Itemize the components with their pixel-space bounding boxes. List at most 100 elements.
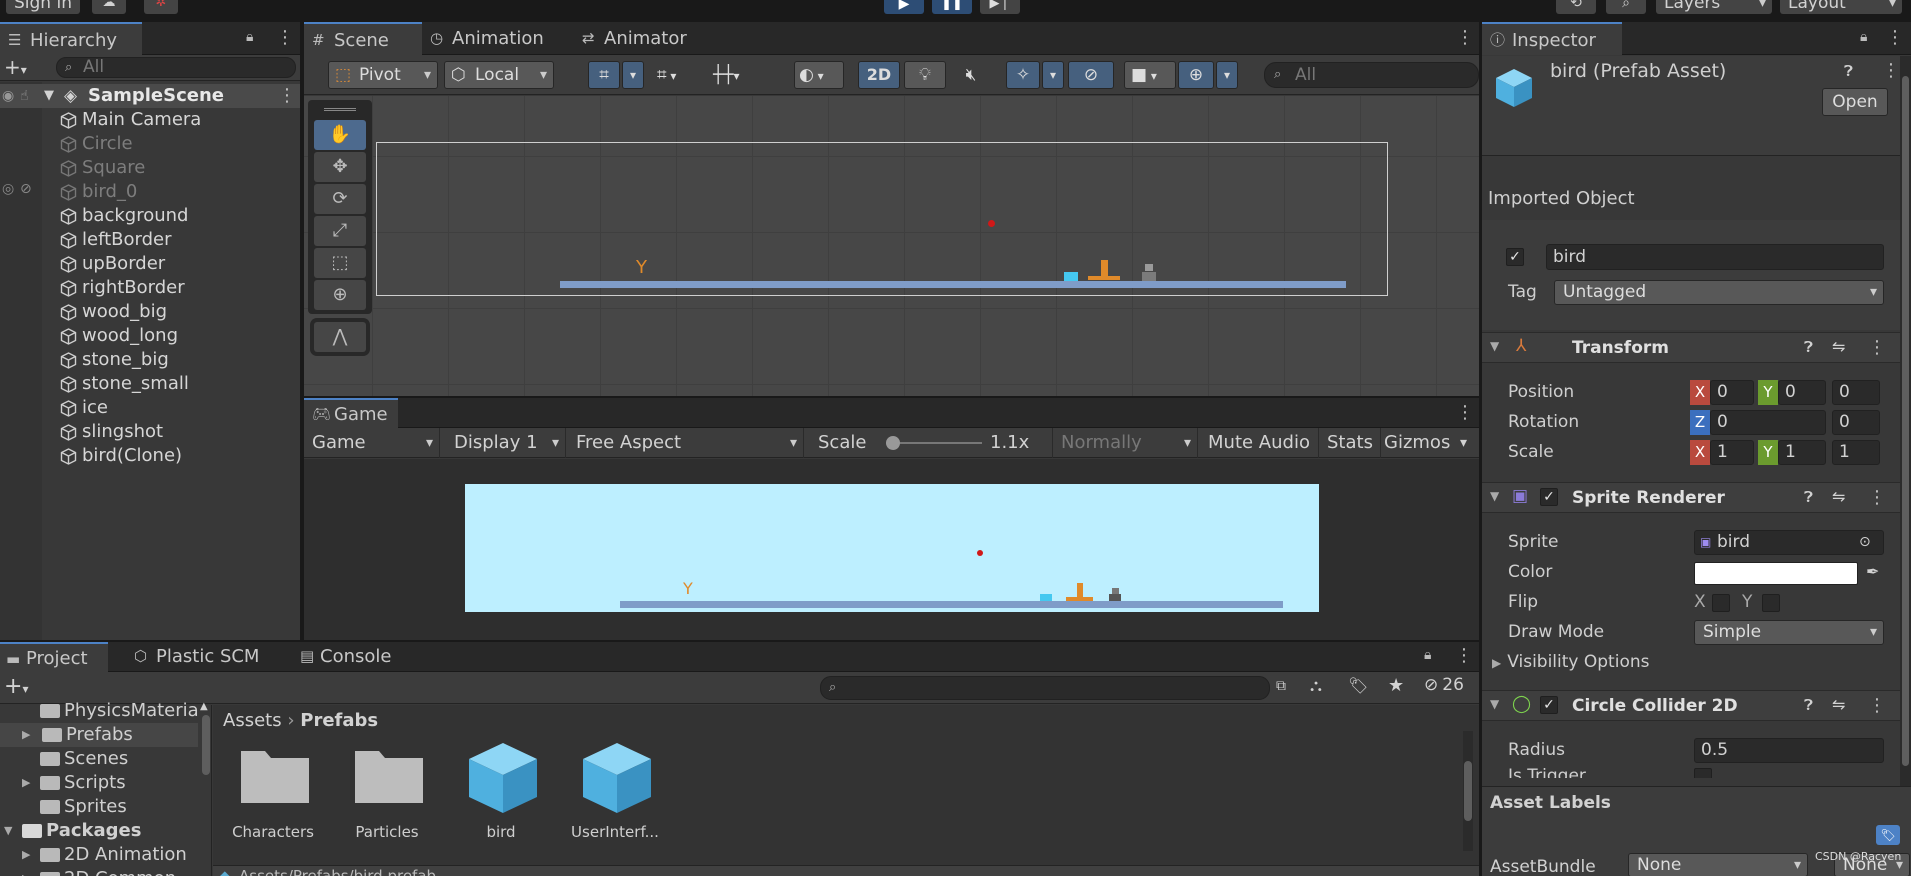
- pivot-dropdown[interactable]: ⬚ Pivot: [328, 61, 438, 89]
- preset-icon[interactable]: ⇋: [1832, 337, 1845, 356]
- hidden-pick-icon[interactable]: ⊘: [20, 181, 32, 197]
- transform-tool-icon[interactable]: ⊕: [314, 280, 366, 310]
- project-tree-item[interactable]: ▶ Prefabs: [0, 723, 198, 747]
- flip-x-checkbox[interactable]: [1712, 594, 1730, 612]
- custom-tool-icon[interactable]: ⋀: [314, 322, 366, 352]
- play-button[interactable]: ▶: [884, 0, 924, 14]
- color-swatch[interactable]: [1694, 562, 1858, 585]
- effects-icon[interactable]: ✧: [1006, 61, 1040, 89]
- component-menu-icon[interactable]: ⋮: [1868, 697, 1886, 715]
- asset-bundle-dropdown[interactable]: None: [1628, 853, 1808, 876]
- game-canvas[interactable]: Y: [304, 459, 1479, 640]
- mute-audio-toggle[interactable]: Mute Audio: [1200, 428, 1319, 458]
- help-icon[interactable]: ❓︎: [1844, 62, 1853, 80]
- local-dropdown[interactable]: ⬡ Local: [444, 61, 554, 89]
- collab-icon[interactable]: ✲: [144, 0, 178, 14]
- asset-item[interactable]: Particles: [339, 741, 435, 841]
- lock-icon[interactable]: 🔒︎: [246, 29, 253, 45]
- preset-icon[interactable]: ⇋: [1832, 487, 1845, 506]
- collapse-arrow-icon[interactable]: ▶: [22, 843, 30, 867]
- hidden-visibility-icon[interactable]: ◎: [2, 181, 14, 197]
- gizmos-icon[interactable]: ⊕: [1178, 61, 1214, 89]
- hierarchy-item[interactable]: stone_small: [60, 372, 189, 396]
- radius-field[interactable]: 0.5: [1694, 738, 1884, 763]
- gizmos-toggle[interactable]: Gizmos: [1378, 428, 1456, 458]
- game-dropdown[interactable]: Game: [304, 428, 440, 458]
- help-icon[interactable]: ❓︎: [1804, 488, 1813, 506]
- rotate-tool-icon[interactable]: ⟳: [314, 184, 366, 214]
- inspector-scrollbar[interactable]: [1900, 56, 1911, 786]
- gizmos-dropdown-arrow[interactable]: ▾: [1460, 428, 1467, 458]
- scene-canvas[interactable]: Y ✋ ✥ ⟳ ⤢ ⬚ ⊕ ⋀: [304, 96, 1479, 396]
- scale-slider[interactable]: [886, 436, 982, 450]
- position-z-field[interactable]: 0: [1832, 380, 1880, 405]
- tab-hierarchy[interactable]: ☰ Hierarchy: [0, 22, 142, 55]
- scale-y-field[interactable]: 1: [1778, 440, 1826, 465]
- hierarchy-item[interactable]: rightBorder: [60, 276, 185, 300]
- scene-menu-icon[interactable]: ⋮: [1456, 29, 1474, 47]
- layout-dropdown[interactable]: Layout: [1780, 0, 1902, 14]
- is-trigger-checkbox[interactable]: [1694, 768, 1712, 778]
- gizmos-dropdown[interactable]: ▾: [1216, 61, 1238, 89]
- search-icon[interactable]: ⌕: [1606, 0, 1646, 14]
- tree-scrollbar[interactable]: [202, 715, 210, 775]
- sign-in-button[interactable]: Sign in: [6, 0, 80, 14]
- project-search-input[interactable]: ⌕: [820, 676, 1270, 700]
- open-button[interactable]: Open: [1822, 88, 1888, 116]
- expand-arrow-icon[interactable]: ▼: [4, 819, 12, 843]
- scene-row[interactable]: ◉ ☝ ▼ ◈ SampleScene ⋮: [0, 84, 300, 108]
- lock-icon[interactable]: 🔒︎: [1860, 29, 1867, 45]
- hierarchy-item[interactable]: Square: [60, 156, 145, 180]
- scale-slider-thumb[interactable]: [886, 436, 900, 450]
- hierarchy-item[interactable]: wood_long: [60, 324, 178, 348]
- draw-mode-dropdown[interactable]: Simple: [1694, 620, 1884, 645]
- hierarchy-item[interactable]: wood_big: [60, 300, 167, 324]
- tag-dropdown[interactable]: Untagged: [1554, 280, 1884, 305]
- component-menu-icon[interactable]: ⋮: [1868, 489, 1886, 507]
- sprite-renderer-header[interactable]: ▼ ▣ ✓ Sprite Renderer ❓︎ ⇋ ⋮: [1482, 482, 1901, 513]
- search-by-type-icon[interactable]: ⧉: [1276, 678, 1286, 694]
- hierarchy-item[interactable]: slingshot: [60, 420, 163, 444]
- collapse-arrow-icon[interactable]: ▶: [22, 771, 30, 795]
- asset-item[interactable]: UserInterf...: [567, 741, 663, 841]
- expand-arrow-icon[interactable]: ▼: [44, 84, 54, 108]
- asset-scrollbar-thumb[interactable]: [1464, 761, 1472, 821]
- visibility-icon[interactable]: ◉: [2, 84, 14, 108]
- header-menu-icon[interactable]: ⋮: [1882, 62, 1900, 80]
- step-button[interactable]: ▶❘: [980, 0, 1020, 14]
- hierarchy-item[interactable]: bird(Clone): [60, 444, 182, 468]
- project-tree-item[interactable]: PhysicsMateria: [22, 699, 202, 723]
- label-filter-icon[interactable]: 🏷︎: [1348, 676, 1368, 695]
- cloud-icon[interactable]: ☁: [92, 0, 126, 14]
- hierarchy-item[interactable]: upBorder: [60, 252, 165, 276]
- audio-icon[interactable]: 🔇︎: [950, 61, 992, 89]
- lock-icon[interactable]: 🔒︎: [1424, 647, 1431, 663]
- object-picker-icon[interactable]: ⊙: [1859, 531, 1871, 554]
- ruler-button[interactable]: ┼┼▾: [708, 61, 760, 89]
- collapse-arrow-icon[interactable]: ▶: [22, 723, 30, 747]
- foldout-arrow-icon[interactable]: ▼: [1490, 489, 1499, 503]
- hierarchy-item[interactable]: bird_0: [60, 180, 137, 204]
- flip-y-checkbox[interactable]: [1762, 594, 1780, 612]
- tab-animator[interactable]: ⇄ Animator: [574, 22, 704, 55]
- scale-z-field[interactable]: 1: [1832, 440, 1880, 465]
- tab-game[interactable]: 🎮︎ Game: [304, 398, 398, 428]
- hidden-objects-icon[interactable]: ⊘: [1068, 61, 1114, 89]
- active-checkbox[interactable]: ✓: [1506, 248, 1524, 266]
- foldout-arrow-icon[interactable]: ▼: [1490, 697, 1499, 711]
- palette-handle[interactable]: [324, 108, 356, 111]
- layers-dropdown[interactable]: Layers: [1656, 0, 1772, 14]
- preset-icon[interactable]: ⇋: [1832, 695, 1845, 714]
- hierarchy-item[interactable]: background: [60, 204, 188, 228]
- position-x-field[interactable]: 0: [1710, 380, 1754, 405]
- vsync-dropdown[interactable]: Normally: [1052, 428, 1198, 458]
- hierarchy-item[interactable]: stone_big: [60, 348, 169, 372]
- tab-inspector[interactable]: ⓘ Inspector: [1482, 22, 1622, 55]
- move-tool-icon[interactable]: ✥: [314, 152, 366, 182]
- enabled-checkbox[interactable]: ✓: [1540, 696, 1558, 714]
- label-tag-icon[interactable]: 🏷︎: [1876, 825, 1900, 845]
- stats-toggle[interactable]: Stats: [1320, 428, 1381, 458]
- hierarchy-item[interactable]: Circle: [60, 132, 133, 156]
- hierarchy-item[interactable]: leftBorder: [60, 228, 172, 252]
- scene-search-input[interactable]: ⌕ All: [1264, 62, 1479, 88]
